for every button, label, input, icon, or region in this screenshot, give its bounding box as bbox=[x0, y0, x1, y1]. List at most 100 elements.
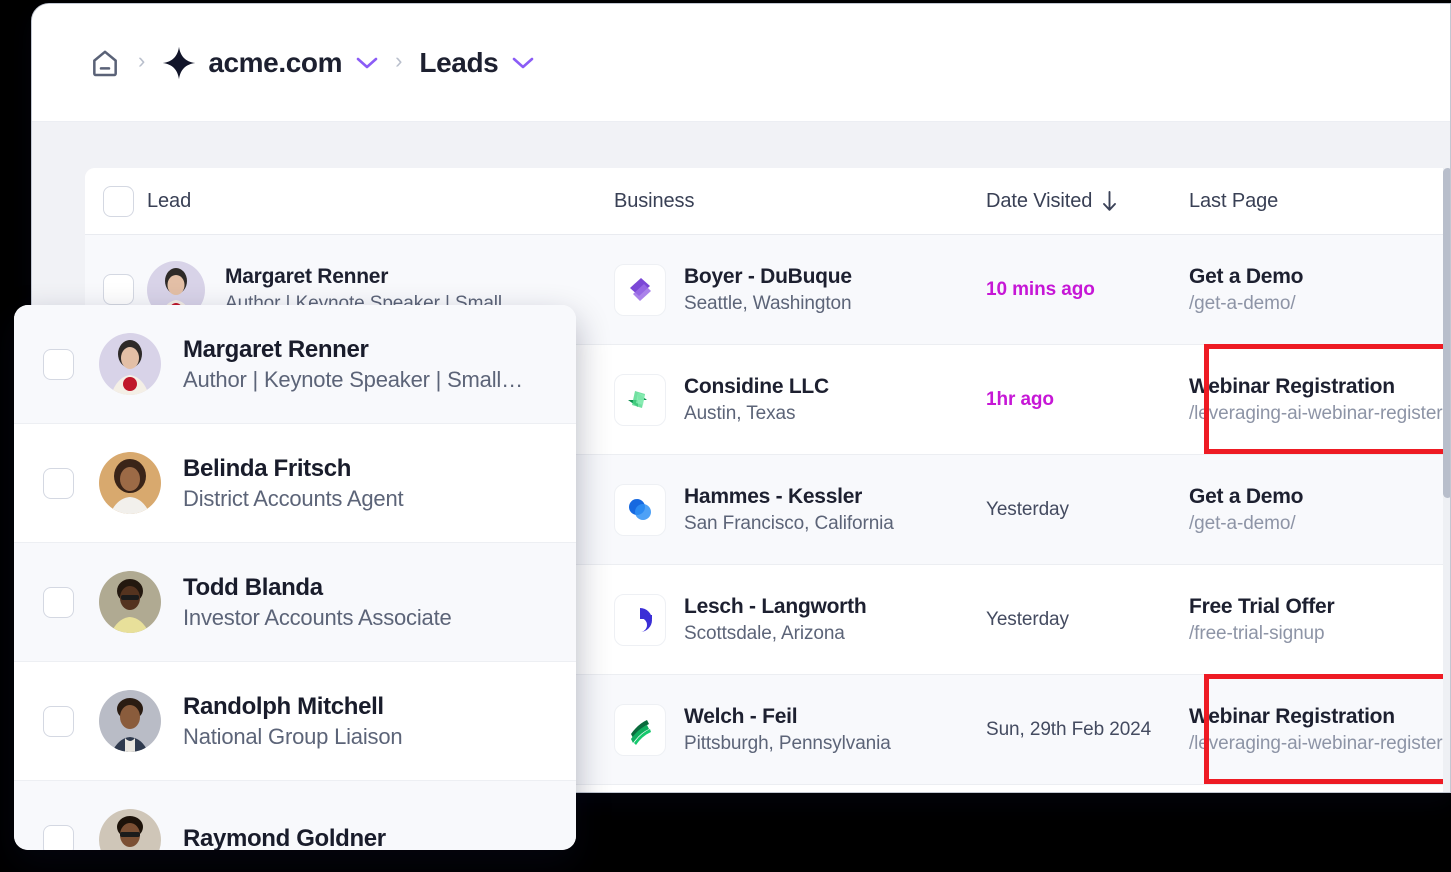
home-icon[interactable] bbox=[89, 47, 121, 79]
business-name: Boyer - DuBuque bbox=[684, 264, 852, 288]
business-location: Pittsburgh, Pennsylvania bbox=[684, 732, 891, 754]
business-location: Scottsdale, Arizona bbox=[684, 622, 845, 644]
date-visited: Sun, 29th Feb 2024 bbox=[986, 718, 1152, 740]
business-text: Boyer - DuBuque Seattle, Washington bbox=[684, 265, 852, 315]
page-title: Get a Demo bbox=[1189, 264, 1304, 288]
lead-title: Investor Accounts Associate bbox=[183, 604, 452, 630]
page-title: Webinar Registration bbox=[1189, 704, 1395, 728]
column-header-lead: Lead bbox=[147, 189, 192, 212]
page-title: Free Trial Offer bbox=[1189, 594, 1335, 618]
business-cell: Hammes - Kessler San Francisco, Californ… bbox=[614, 483, 986, 536]
lead-title: National Group Liaison bbox=[183, 723, 403, 749]
breadcrumb-label-acme: acme.com bbox=[208, 46, 343, 78]
row-checkbox[interactable] bbox=[43, 705, 74, 737]
date-visited: Yesterday bbox=[986, 498, 1069, 520]
business-logo bbox=[614, 483, 666, 536]
last-page-cell: Get a Demo /get-a-demo/ bbox=[1189, 484, 1450, 535]
row-select-cell bbox=[85, 274, 147, 305]
page-url: /leveraging-ai-webinar-register bbox=[1189, 402, 1443, 424]
column-header-business: Business bbox=[614, 189, 695, 212]
lead-title: District Accounts Agent bbox=[183, 485, 404, 511]
row-checkbox[interactable] bbox=[103, 274, 134, 305]
list-item-text: Margaret Renner Author | Keynote Speaker… bbox=[183, 336, 523, 393]
list-item[interactable]: Todd Blanda Investor Accounts Associate bbox=[14, 543, 576, 662]
page-title: Webinar Registration bbox=[1189, 374, 1395, 398]
date-visited: Yesterday bbox=[986, 608, 1069, 630]
last-page-text: Webinar Registration /leveraging-ai-webi… bbox=[1189, 704, 1450, 755]
select-all-checkbox[interactable] bbox=[103, 185, 134, 217]
chevron-down-icon[interactable] bbox=[498, 56, 534, 70]
avatar bbox=[99, 809, 161, 850]
chevron-down-icon[interactable] bbox=[342, 56, 378, 70]
header-business-cell[interactable]: Business bbox=[614, 190, 986, 213]
page-url: /get-a-demo/ bbox=[1189, 292, 1296, 314]
date-visited: 10 mins ago bbox=[986, 278, 1095, 300]
business-name: Welch - Feil bbox=[684, 704, 798, 728]
business-text: Lesch - Langworth Scottsdale, Arizona bbox=[684, 594, 867, 645]
arrow-down-icon[interactable] bbox=[1101, 190, 1118, 212]
business-location: Austin, Texas bbox=[684, 402, 796, 424]
business-name: Hammes - Kessler bbox=[684, 484, 863, 508]
row-checkbox[interactable] bbox=[43, 586, 74, 618]
business-name: Considine LLC bbox=[684, 374, 829, 398]
last-page-text: Get a Demo /get-a-demo/ bbox=[1189, 264, 1450, 315]
business-name: Lesch - Langworth bbox=[684, 594, 867, 618]
last-page-cell: Get a Demo /get-a-demo/ bbox=[1189, 264, 1450, 315]
business-logo bbox=[614, 703, 666, 756]
avatar bbox=[99, 690, 161, 752]
date-cell: Yesterday bbox=[986, 499, 1189, 521]
header-date-cell[interactable]: Date Visited bbox=[986, 190, 1189, 213]
breadcrumb: › acme.com › Leads bbox=[32, 4, 1450, 122]
breadcrumb-item-acme[interactable]: acme.com bbox=[162, 46, 378, 80]
business-text: Welch - Feil Pittsburgh, Pennsylvania bbox=[684, 705, 891, 755]
business-text: Hammes - Kessler San Francisco, Californ… bbox=[684, 485, 894, 535]
scrollbar-thumb[interactable] bbox=[1443, 168, 1450, 498]
business-cell: Considine LLC Austin, Texas bbox=[614, 373, 986, 426]
list-item[interactable]: Margaret Renner Author | Keynote Speaker… bbox=[14, 305, 576, 424]
business-logo bbox=[614, 263, 666, 316]
business-logo bbox=[614, 373, 666, 426]
breadcrumb-separator-1: › bbox=[138, 48, 146, 73]
page-url: /leveraging-ai-webinar-register bbox=[1189, 732, 1443, 754]
date-visited: 1hr ago bbox=[986, 388, 1054, 410]
business-cell: Lesch - Langworth Scottsdale, Arizona bbox=[614, 593, 986, 646]
lead-name: Raymond Goldner bbox=[183, 824, 386, 851]
business-cell: Boyer - DuBuque Seattle, Washington bbox=[614, 263, 986, 316]
breadcrumb-item-leads[interactable]: Leads bbox=[419, 47, 534, 79]
last-page-text: Free Trial Offer /free-trial-signup bbox=[1189, 594, 1450, 645]
header-lead-cell[interactable]: Lead bbox=[147, 190, 614, 213]
row-checkbox[interactable] bbox=[43, 824, 74, 850]
list-item[interactable]: Belinda Fritsch District Accounts Agent bbox=[14, 424, 576, 543]
last-page-text: Webinar Registration /leveraging-ai-webi… bbox=[1189, 374, 1450, 425]
lead-name: Randolph Mitchell bbox=[183, 692, 384, 720]
table-header-row: Lead Business Date Visited Last Page bbox=[85, 168, 1450, 235]
lead-name: Todd Blanda bbox=[183, 573, 323, 601]
lead-title: Author | Keynote Speaker | Small… bbox=[183, 366, 523, 392]
screenshot-stage: › acme.com › Leads Lead Business Date Vi… bbox=[0, 0, 1451, 872]
avatar bbox=[99, 571, 161, 633]
header-last-page-cell[interactable]: Last Page bbox=[1189, 189, 1450, 213]
vertical-scrollbar[interactable] bbox=[1443, 168, 1450, 792]
list-item-text: Todd Blanda Investor Accounts Associate bbox=[183, 574, 452, 631]
page-url: /free-trial-signup bbox=[1189, 622, 1325, 644]
last-page-cell: Free Trial Offer /free-trial-signup bbox=[1189, 594, 1450, 645]
column-header-last-page: Last Page bbox=[1189, 189, 1279, 212]
breadcrumb-label-leads: Leads bbox=[419, 46, 499, 78]
row-checkbox[interactable] bbox=[43, 467, 74, 499]
last-page-text: Get a Demo /get-a-demo/ bbox=[1189, 484, 1450, 535]
lead-name: Belinda Fritsch bbox=[183, 454, 352, 482]
last-page-cell: Webinar Registration /leveraging-ai-webi… bbox=[1189, 374, 1450, 425]
avatar bbox=[99, 333, 161, 395]
lead-name: Margaret Renner bbox=[183, 335, 369, 363]
date-cell: 1hr ago bbox=[986, 389, 1189, 411]
header-select-all-cell bbox=[85, 185, 147, 217]
list-item[interactable]: Raymond Goldner bbox=[14, 781, 576, 850]
list-item-text: Randolph Mitchell National Group Liaison bbox=[183, 692, 403, 750]
avatar bbox=[99, 452, 161, 514]
page-url: /get-a-demo/ bbox=[1189, 512, 1296, 534]
page-title: Get a Demo bbox=[1189, 484, 1304, 508]
list-item[interactable]: Randolph Mitchell National Group Liaison bbox=[14, 662, 576, 781]
business-cell: Welch - Feil Pittsburgh, Pennsylvania bbox=[614, 703, 986, 756]
list-item-text: Raymond Goldner bbox=[183, 825, 386, 851]
row-checkbox[interactable] bbox=[43, 348, 74, 380]
